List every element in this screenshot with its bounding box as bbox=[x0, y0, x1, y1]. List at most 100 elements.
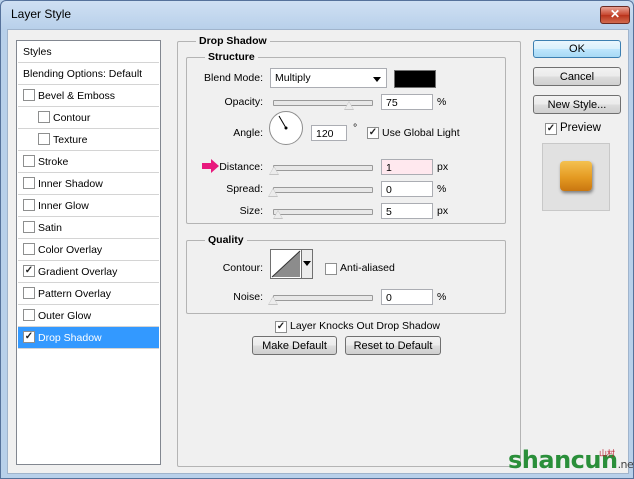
size-label: Size: bbox=[239, 205, 263, 217]
style-item-label: Bevel & Emboss bbox=[38, 90, 116, 102]
style-item-color-overlay[interactable]: Color Overlay bbox=[18, 239, 159, 261]
distance-field[interactable]: 1 bbox=[381, 159, 433, 175]
styles-header-item[interactable]: Styles bbox=[18, 41, 159, 63]
style-item-gradient-overlay[interactable]: ✓ Gradient Overlay bbox=[18, 261, 159, 283]
anti-aliased-label: Anti-aliased bbox=[340, 262, 395, 274]
noise-slider[interactable] bbox=[273, 295, 373, 301]
noise-slider-handle[interactable] bbox=[268, 296, 278, 305]
layer-knocks-out-checkbox[interactable]: ✓ bbox=[275, 321, 287, 333]
blend-mode-select[interactable]: Multiply bbox=[270, 68, 387, 88]
cancel-button[interactable]: Cancel bbox=[533, 67, 621, 86]
bevel-emboss-checkbox[interactable] bbox=[23, 89, 35, 101]
size-slider[interactable] bbox=[273, 209, 373, 215]
check-mark-icon: ✓ bbox=[24, 265, 34, 276]
styles-list: Styles Blending Options: Default Bevel &… bbox=[16, 40, 161, 465]
check-mark-icon: ✓ bbox=[24, 331, 34, 342]
angle-field[interactable]: 120 bbox=[311, 125, 347, 141]
shadow-color-swatch[interactable] bbox=[394, 70, 436, 88]
style-item-label: Pattern Overlay bbox=[38, 288, 111, 300]
style-item-label: Color Overlay bbox=[38, 244, 103, 256]
check-mark-icon: ✓ bbox=[546, 123, 556, 134]
contour-checkbox[interactable] bbox=[38, 111, 50, 123]
window-title: Layer Style bbox=[11, 7, 72, 21]
noise-field[interactable]: 0 bbox=[381, 289, 433, 305]
style-item-label: Contour bbox=[53, 112, 91, 124]
structure-title: Structure bbox=[205, 51, 258, 63]
contour-dropdown-button[interactable] bbox=[301, 249, 313, 279]
anti-aliased-checkbox[interactable] bbox=[325, 263, 337, 275]
blending-options-item[interactable]: Blending Options: Default bbox=[18, 63, 159, 85]
style-item-bevel-emboss[interactable]: Bevel & Emboss bbox=[18, 85, 159, 107]
watermark-logo: shancun.net bbox=[508, 446, 634, 474]
spread-field[interactable]: 0 bbox=[381, 181, 433, 197]
gradient-overlay-checkbox[interactable]: ✓ bbox=[23, 265, 35, 277]
watermark-small-text: 山村 bbox=[599, 449, 615, 458]
close-button[interactable]: ✕ bbox=[600, 6, 630, 24]
angle-unit: ° bbox=[353, 122, 358, 134]
style-item-label: Stroke bbox=[38, 156, 69, 168]
blend-mode-label: Blend Mode: bbox=[204, 72, 263, 84]
style-item-inner-glow[interactable]: Inner Glow bbox=[18, 195, 159, 217]
noise-unit: % bbox=[437, 291, 447, 303]
style-item-satin[interactable]: Satin bbox=[18, 217, 159, 239]
opacity-label: Opacity: bbox=[224, 96, 263, 108]
noise-label: Noise: bbox=[233, 291, 263, 303]
outer-glow-checkbox[interactable] bbox=[23, 309, 35, 321]
inner-glow-checkbox[interactable] bbox=[23, 199, 35, 211]
preview-checkbox[interactable]: ✓ bbox=[545, 123, 557, 135]
satin-checkbox[interactable] bbox=[23, 221, 35, 233]
preview-thumbnail bbox=[542, 143, 610, 211]
style-item-contour[interactable]: Contour bbox=[18, 107, 159, 129]
opacity-field[interactable]: 75 bbox=[381, 94, 433, 110]
style-item-inner-shadow[interactable]: Inner Shadow bbox=[18, 173, 159, 195]
ok-button[interactable]: OK bbox=[533, 40, 621, 58]
opacity-unit: % bbox=[437, 96, 447, 108]
spread-slider[interactable] bbox=[273, 187, 373, 193]
style-item-label: Satin bbox=[38, 222, 62, 234]
style-item-label: Gradient Overlay bbox=[38, 266, 118, 278]
pattern-overlay-checkbox[interactable] bbox=[23, 287, 35, 299]
style-item-pattern-overlay[interactable]: Pattern Overlay bbox=[18, 283, 159, 305]
size-slider-handle[interactable] bbox=[273, 210, 283, 219]
dialog-body: Styles Blending Options: Default Bevel &… bbox=[7, 29, 629, 474]
chevron-down-icon bbox=[373, 77, 381, 82]
make-default-button[interactable]: Make Default bbox=[252, 336, 337, 355]
angle-dial[interactable] bbox=[269, 111, 303, 145]
style-item-outer-glow[interactable]: Outer Glow bbox=[18, 305, 159, 327]
drop-shadow-title: Drop Shadow bbox=[196, 35, 270, 47]
use-global-light-label: Use Global Light bbox=[382, 127, 460, 139]
check-mark-icon: ✓ bbox=[276, 321, 286, 332]
distance-slider-handle[interactable] bbox=[269, 166, 279, 175]
style-item-stroke[interactable]: Stroke bbox=[18, 151, 159, 173]
layer-style-dialog: Layer Style ✕ Styles Blending Options: D… bbox=[0, 0, 634, 479]
contour-picker[interactable] bbox=[270, 249, 302, 279]
reset-to-default-button[interactable]: Reset to Default bbox=[345, 336, 441, 355]
style-item-label: Texture bbox=[53, 134, 88, 146]
check-mark-icon: ✓ bbox=[368, 127, 378, 138]
size-field[interactable]: 5 bbox=[381, 203, 433, 219]
spread-slider-handle[interactable] bbox=[268, 188, 278, 197]
opacity-slider-handle[interactable] bbox=[344, 101, 354, 110]
texture-checkbox[interactable] bbox=[38, 133, 50, 145]
distance-unit: px bbox=[437, 161, 449, 173]
preview-label: Preview bbox=[560, 122, 601, 134]
style-item-texture[interactable]: Texture bbox=[18, 129, 159, 151]
styles-header-label: Styles bbox=[23, 46, 52, 58]
watermark-suffix: .net bbox=[617, 458, 634, 471]
distance-label: Distance: bbox=[219, 161, 263, 173]
color-overlay-checkbox[interactable] bbox=[23, 243, 35, 255]
blend-mode-value: Multiply bbox=[275, 72, 311, 84]
angle-label: Angle: bbox=[233, 127, 263, 139]
new-style-button[interactable]: New Style... bbox=[533, 95, 621, 114]
style-item-label: Inner Shadow bbox=[38, 178, 103, 190]
inner-shadow-checkbox[interactable] bbox=[23, 177, 35, 189]
style-item-drop-shadow[interactable]: ✓ Drop Shadow bbox=[18, 327, 159, 349]
distance-slider[interactable] bbox=[273, 165, 373, 171]
drop-shadow-checkbox[interactable]: ✓ bbox=[23, 331, 35, 343]
contour-label: Contour: bbox=[222, 262, 263, 274]
opacity-slider[interactable] bbox=[273, 100, 373, 106]
chevron-down-icon bbox=[303, 261, 311, 266]
use-global-light-checkbox[interactable]: ✓ bbox=[367, 127, 379, 139]
style-item-label: Drop Shadow bbox=[38, 332, 102, 344]
stroke-checkbox[interactable] bbox=[23, 155, 35, 167]
